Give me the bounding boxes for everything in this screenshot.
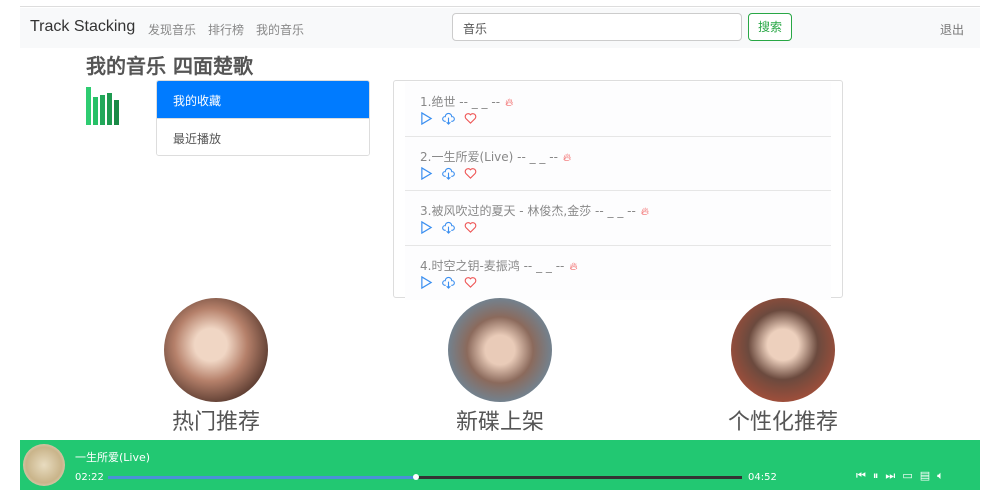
side-menu: 我的收藏 最近播放 — [156, 80, 370, 156]
rec-label[interactable]: 新碟上架 — [420, 404, 580, 436]
page-title: 我的音乐 四面楚歌 — [86, 54, 253, 78]
next-icon[interactable]: ⏭ — [885, 469, 895, 483]
playlist-icon[interactable]: ▤ — [920, 469, 930, 483]
music-player: 一生所爱(Live) 02:22 04:52 ⏮ ⏸ ⏭ ▭ ▤ 🔈︎ — [20, 440, 980, 490]
song-item: 3.被风吹过的夏天 - 林俊杰,金莎 -- _ _ -- 🔥︎ — [405, 191, 831, 246]
rec-label[interactable]: 热门推荐 — [136, 404, 296, 436]
song-item: 2.一生所爱(Live) -- _ _ -- 🔥︎ — [405, 136, 831, 191]
cover-image[interactable] — [164, 298, 268, 402]
previous-icon[interactable]: ⏮ — [856, 469, 866, 483]
progress-slider[interactable] — [108, 474, 742, 480]
brand-logo[interactable]: Track Stacking — [30, 18, 135, 36]
search-button[interactable]: 搜索 — [748, 13, 792, 41]
progress-knob[interactable] — [413, 474, 420, 480]
play-icon[interactable] — [420, 166, 433, 180]
cover-image[interactable] — [731, 298, 835, 402]
download-icon[interactable] — [442, 276, 455, 289]
equalizer-icon — [86, 87, 122, 125]
song-title: 4.时空之钥-麦振鸿 -- _ _ -- — [420, 258, 565, 273]
nav-charts[interactable]: 排行榜 — [208, 21, 244, 38]
play-icon[interactable] — [420, 275, 433, 289]
song-title: 1.绝世 -- _ _ -- — [420, 95, 501, 109]
rec-new-albums[interactable]: 新碟上架 — [420, 298, 580, 436]
top-divider — [20, 6, 980, 7]
album-cover — [23, 444, 65, 486]
pause-icon[interactable]: ⏸ — [873, 469, 879, 483]
song-title: 2.一生所爱(Live) -- _ _ -- — [420, 149, 558, 164]
heart-icon[interactable] — [464, 112, 477, 125]
rec-label[interactable]: 个性化推荐 — [703, 404, 863, 436]
heart-icon[interactable] — [464, 221, 477, 234]
download-icon[interactable] — [442, 221, 455, 234]
menu-recent[interactable]: 最近播放 — [157, 118, 369, 155]
hot-icon: 🔥︎ — [569, 259, 578, 273]
play-icon[interactable] — [420, 221, 433, 234]
rec-personalized[interactable]: 个性化推荐 — [703, 298, 863, 436]
nav-my-music[interactable]: 我的音乐 — [256, 21, 304, 38]
cover-image[interactable] — [448, 298, 552, 402]
song-title: 3.被风吹过的夏天 - 林俊杰,金莎 -- _ _ -- — [420, 204, 636, 218]
heart-icon[interactable] — [464, 276, 477, 289]
rec-hot[interactable]: 热门推荐 — [136, 298, 296, 436]
navbar: Track Stacking 发现音乐 排行榜 我的音乐 音乐 搜索 退出 — [20, 8, 980, 48]
search-input[interactable]: 音乐 — [452, 13, 742, 41]
song-list-panel: 1.绝世 -- _ _ -- 🔥︎ 2.一生所爱(Live) -- _ _ --… — [393, 80, 843, 300]
song-item: 4.时空之钥-麦振鸿 -- _ _ -- 🔥︎ — [405, 245, 831, 300]
heart-icon[interactable] — [464, 167, 477, 180]
current-time: 02:22 — [75, 472, 104, 483]
progress-fill — [108, 476, 417, 479]
logout-link[interactable]: 退出 — [940, 21, 964, 38]
hot-icon: 🔥︎ — [640, 205, 649, 218]
download-icon[interactable] — [442, 112, 455, 125]
total-time: 04:52 — [748, 472, 777, 483]
song-item: 1.绝世 -- _ _ -- 🔥︎ — [405, 82, 831, 137]
download-icon[interactable] — [442, 167, 455, 180]
play-icon[interactable] — [420, 112, 433, 125]
player-song-title: 一生所爱(Live) — [75, 451, 151, 464]
volume-icon[interactable]: 🔈︎ — [937, 469, 944, 483]
hot-icon: 🔥︎ — [505, 96, 514, 109]
hot-icon: 🔥︎ — [563, 150, 572, 164]
nav-discover[interactable]: 发现音乐 — [148, 21, 196, 38]
loop-icon[interactable]: ▭ — [902, 469, 912, 483]
menu-favorites[interactable]: 我的收藏 — [157, 81, 369, 118]
